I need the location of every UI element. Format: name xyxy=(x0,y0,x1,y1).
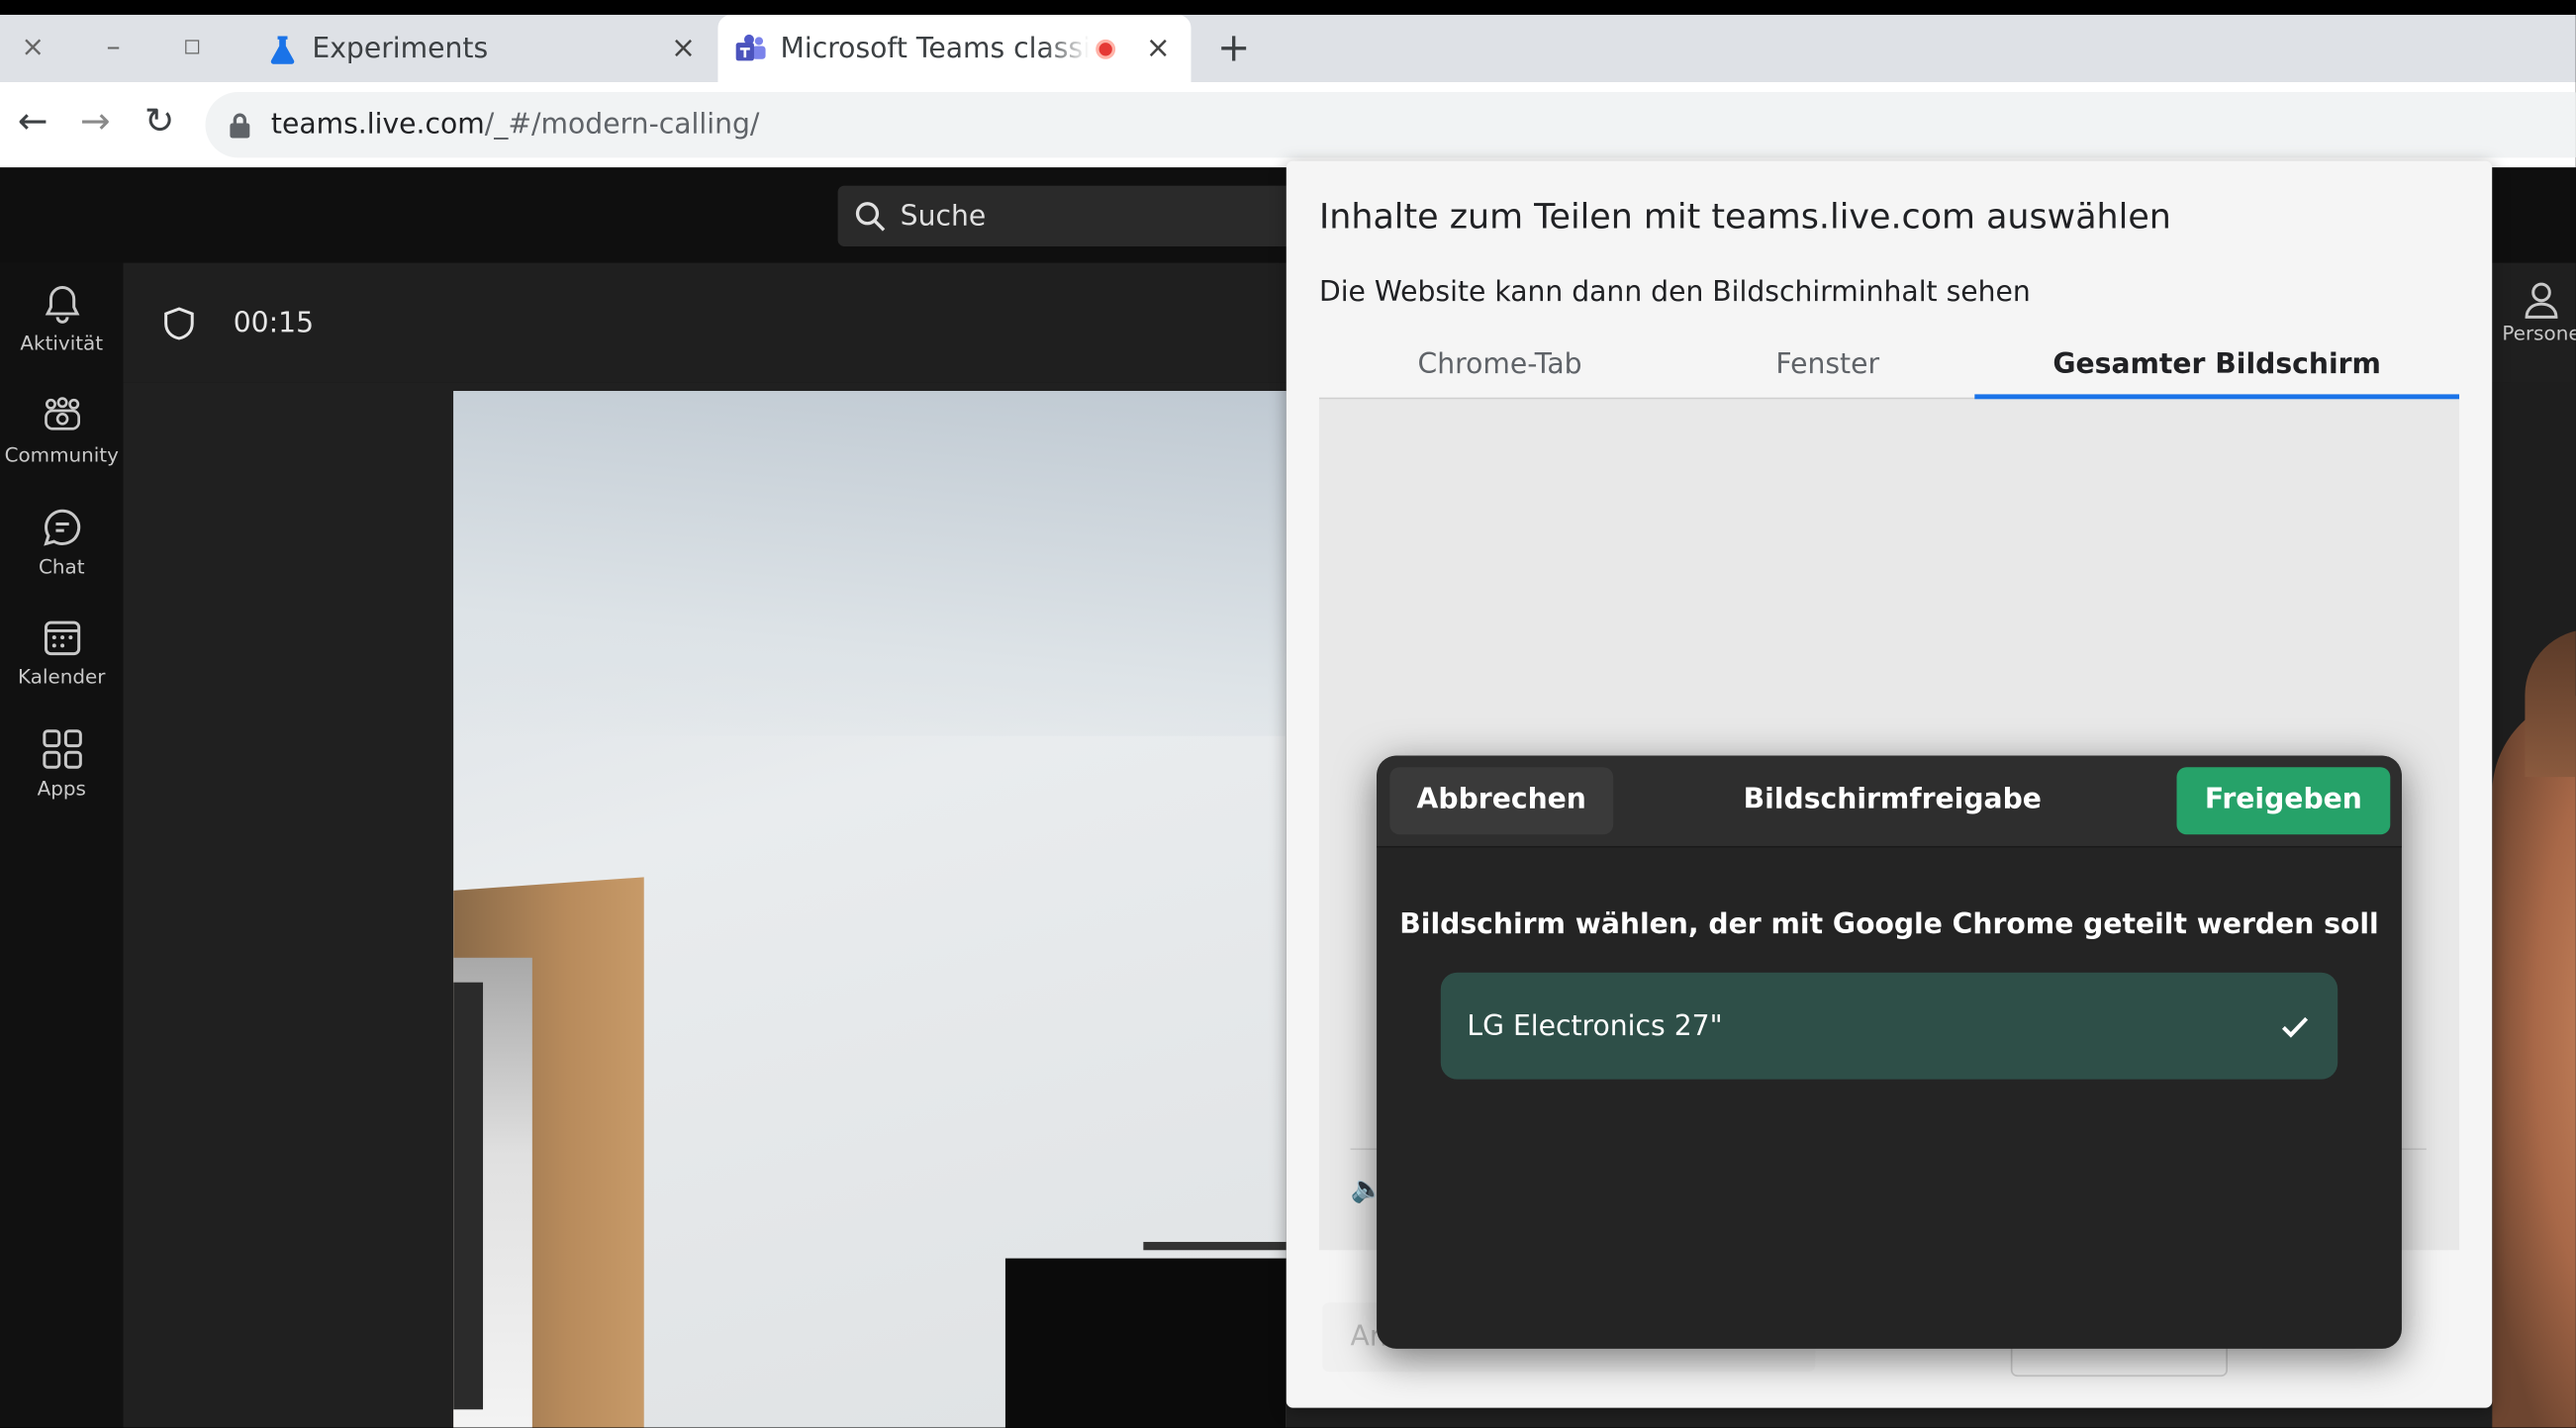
participant-hair xyxy=(2525,628,2576,778)
cancel-button[interactable]: Abbrechen xyxy=(1389,767,1614,835)
screenshot-stage: × – ◻ Experiments × Microsoft Teams clas… xyxy=(0,0,2576,1428)
apps-icon xyxy=(42,729,82,769)
share-button[interactable]: Freigeben xyxy=(2176,767,2391,835)
person-icon xyxy=(2525,282,2558,319)
url-path: /_#/modern-calling/ xyxy=(484,108,760,142)
tab-close-icon[interactable]: × xyxy=(1138,32,1178,66)
calendar-icon xyxy=(44,620,80,656)
search-icon xyxy=(855,201,886,231)
reload-button[interactable]: ↻ xyxy=(132,95,187,150)
window-minimize-button[interactable]: – xyxy=(87,20,140,75)
recording-indicator-icon xyxy=(1096,39,1116,58)
teams-icon xyxy=(735,34,766,60)
participant-face xyxy=(2492,695,2576,1428)
tab-experiments[interactable]: Experiments × xyxy=(249,15,716,82)
address-bar[interactable]: teams.live.com/_#/modern-calling/ xyxy=(205,91,2576,158)
flask-icon xyxy=(270,35,295,63)
tab-entire-screen[interactable]: Gesamter Bildschirm xyxy=(1974,348,2459,398)
back-button[interactable]: ← xyxy=(5,95,60,150)
rail-item-label: Apps xyxy=(37,777,86,801)
chat-icon xyxy=(43,509,80,546)
window-maximize-button[interactable]: ◻ xyxy=(166,20,219,75)
lock-icon xyxy=(230,113,250,139)
camera-video-feed xyxy=(453,391,1287,1428)
portal-heading: Bildschirm wählen, der mit Google Chrome… xyxy=(1399,907,2379,942)
bell-icon xyxy=(44,286,79,324)
rail-item-calendar[interactable]: Kalender xyxy=(0,617,124,715)
rail-item-label: Kalender xyxy=(18,665,106,689)
rail-item-activity[interactable]: Aktivität xyxy=(0,283,124,382)
call-timer: 00:15 xyxy=(233,307,315,340)
shield-icon xyxy=(164,307,194,340)
monitor-option[interactable]: LG Electronics 27" xyxy=(1440,972,2338,1080)
monitor-label: LG Electronics 27" xyxy=(1467,1009,1723,1043)
dialog-title: Inhalte zum Teilen mit teams.live.com au… xyxy=(1318,197,2171,238)
people-label: Persone xyxy=(2502,322,2576,345)
rail-item-apps[interactable]: Apps xyxy=(0,727,124,826)
window-close-button[interactable]: × xyxy=(7,20,59,75)
forward-button[interactable]: → xyxy=(67,95,123,150)
community-icon xyxy=(44,397,80,430)
tab-chrome-tab[interactable]: Chrome-Tab xyxy=(1319,348,1680,398)
dialog-subtitle: Die Website kann dann den Bildschirminha… xyxy=(1318,275,2031,310)
video-tv-edge xyxy=(1143,1241,1287,1251)
video-ceiling xyxy=(453,391,1287,736)
tab-title: Experiments xyxy=(312,32,489,65)
rail-item-label: Chat xyxy=(38,555,85,579)
url-host: teams.live.com xyxy=(270,108,485,142)
people-button[interactable]: Persone xyxy=(2492,279,2576,378)
rail-item-label: Community xyxy=(4,443,119,467)
search-placeholder: Suche xyxy=(900,199,987,233)
tab-close-icon[interactable]: × xyxy=(664,32,704,66)
checkmark-icon xyxy=(2281,1015,2309,1037)
video-shelf xyxy=(453,982,484,1410)
tab-title: Microsoft Teams classic xyxy=(780,32,1090,65)
tab-teams[interactable]: Microsoft Teams classic × xyxy=(717,14,1192,82)
rail-item-community[interactable]: Community xyxy=(0,394,124,493)
rail-item-chat[interactable]: Chat xyxy=(0,506,124,605)
participant-video-feed xyxy=(2492,382,2576,1428)
top-black-band xyxy=(0,0,2576,15)
tab-window[interactable]: Fenster xyxy=(1680,348,1974,398)
speaker-icon: 🔈 xyxy=(1350,1173,1383,1204)
teams-search-input[interactable]: Suche xyxy=(837,185,1331,246)
portal-title: Bildschirmfreigabe xyxy=(1743,783,2042,817)
rail-item-label: Aktivität xyxy=(20,332,104,355)
video-tv xyxy=(1004,1258,1287,1428)
new-tab-button[interactable]: + xyxy=(1207,20,1260,75)
